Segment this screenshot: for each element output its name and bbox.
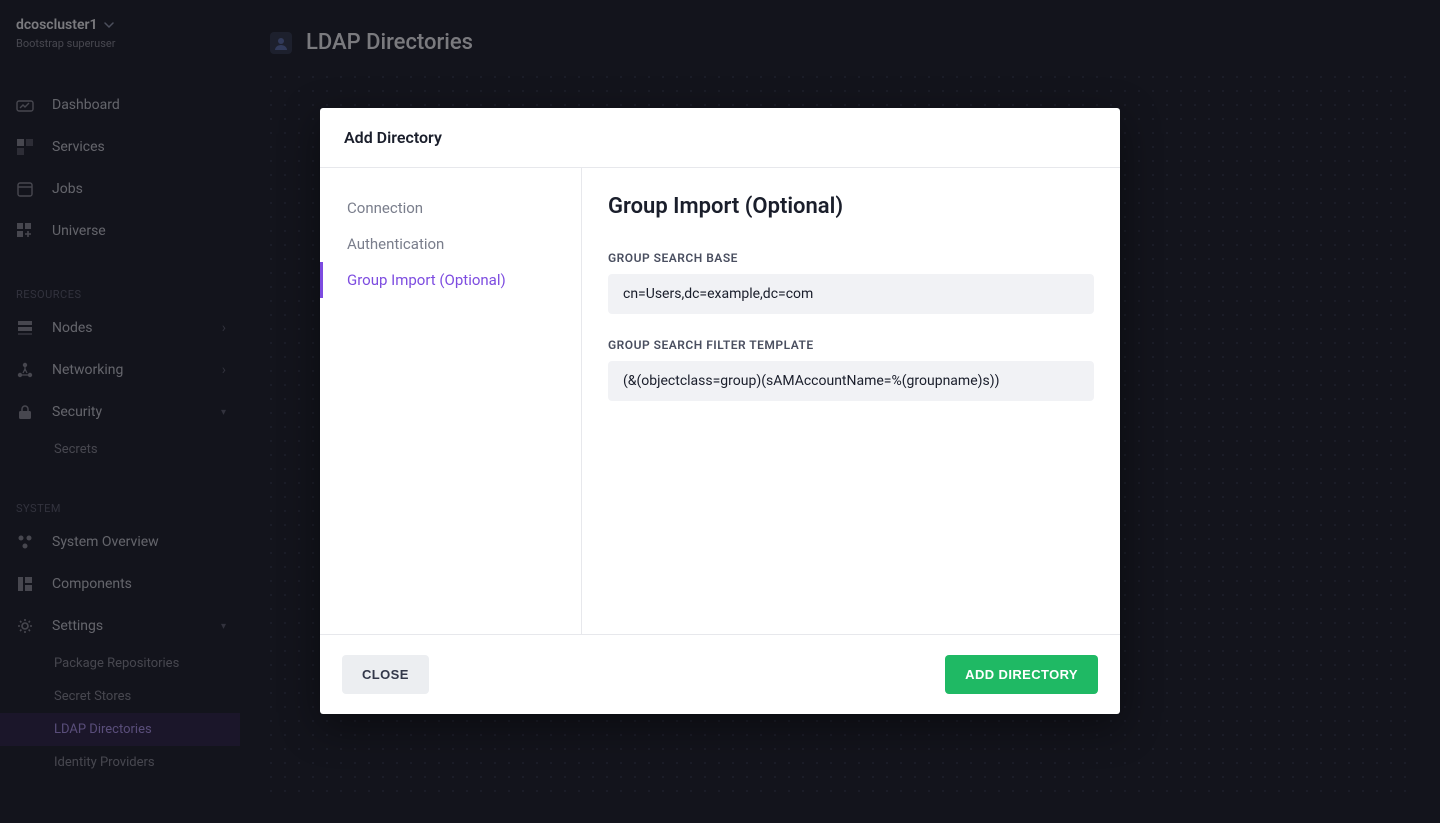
modal-title: Add Directory — [320, 108, 1120, 168]
tab-connection[interactable]: Connection — [320, 190, 581, 226]
panel-title: Group Import (Optional) — [608, 194, 1094, 219]
modal-content: Group Import (Optional) GROUP SEARCH BAS… — [582, 168, 1120, 634]
add-directory-modal: Add Directory Connection Authentication … — [320, 108, 1120, 714]
tab-authentication[interactable]: Authentication — [320, 226, 581, 262]
add-directory-button[interactable]: ADD DIRECTORY — [945, 655, 1098, 694]
group-search-filter-label: GROUP SEARCH FILTER TEMPLATE — [608, 338, 814, 352]
close-button[interactable]: CLOSE — [342, 655, 429, 694]
group-search-base-label: GROUP SEARCH BASE — [608, 251, 738, 265]
group-search-filter-input[interactable] — [608, 361, 1094, 401]
group-search-base-input[interactable] — [608, 274, 1094, 314]
modal-footer: CLOSE ADD DIRECTORY — [320, 634, 1120, 714]
modal-body: Connection Authentication Group Import (… — [320, 168, 1120, 634]
tab-group-import[interactable]: Group Import (Optional) — [320, 262, 581, 298]
modal-tabs: Connection Authentication Group Import (… — [320, 168, 582, 634]
